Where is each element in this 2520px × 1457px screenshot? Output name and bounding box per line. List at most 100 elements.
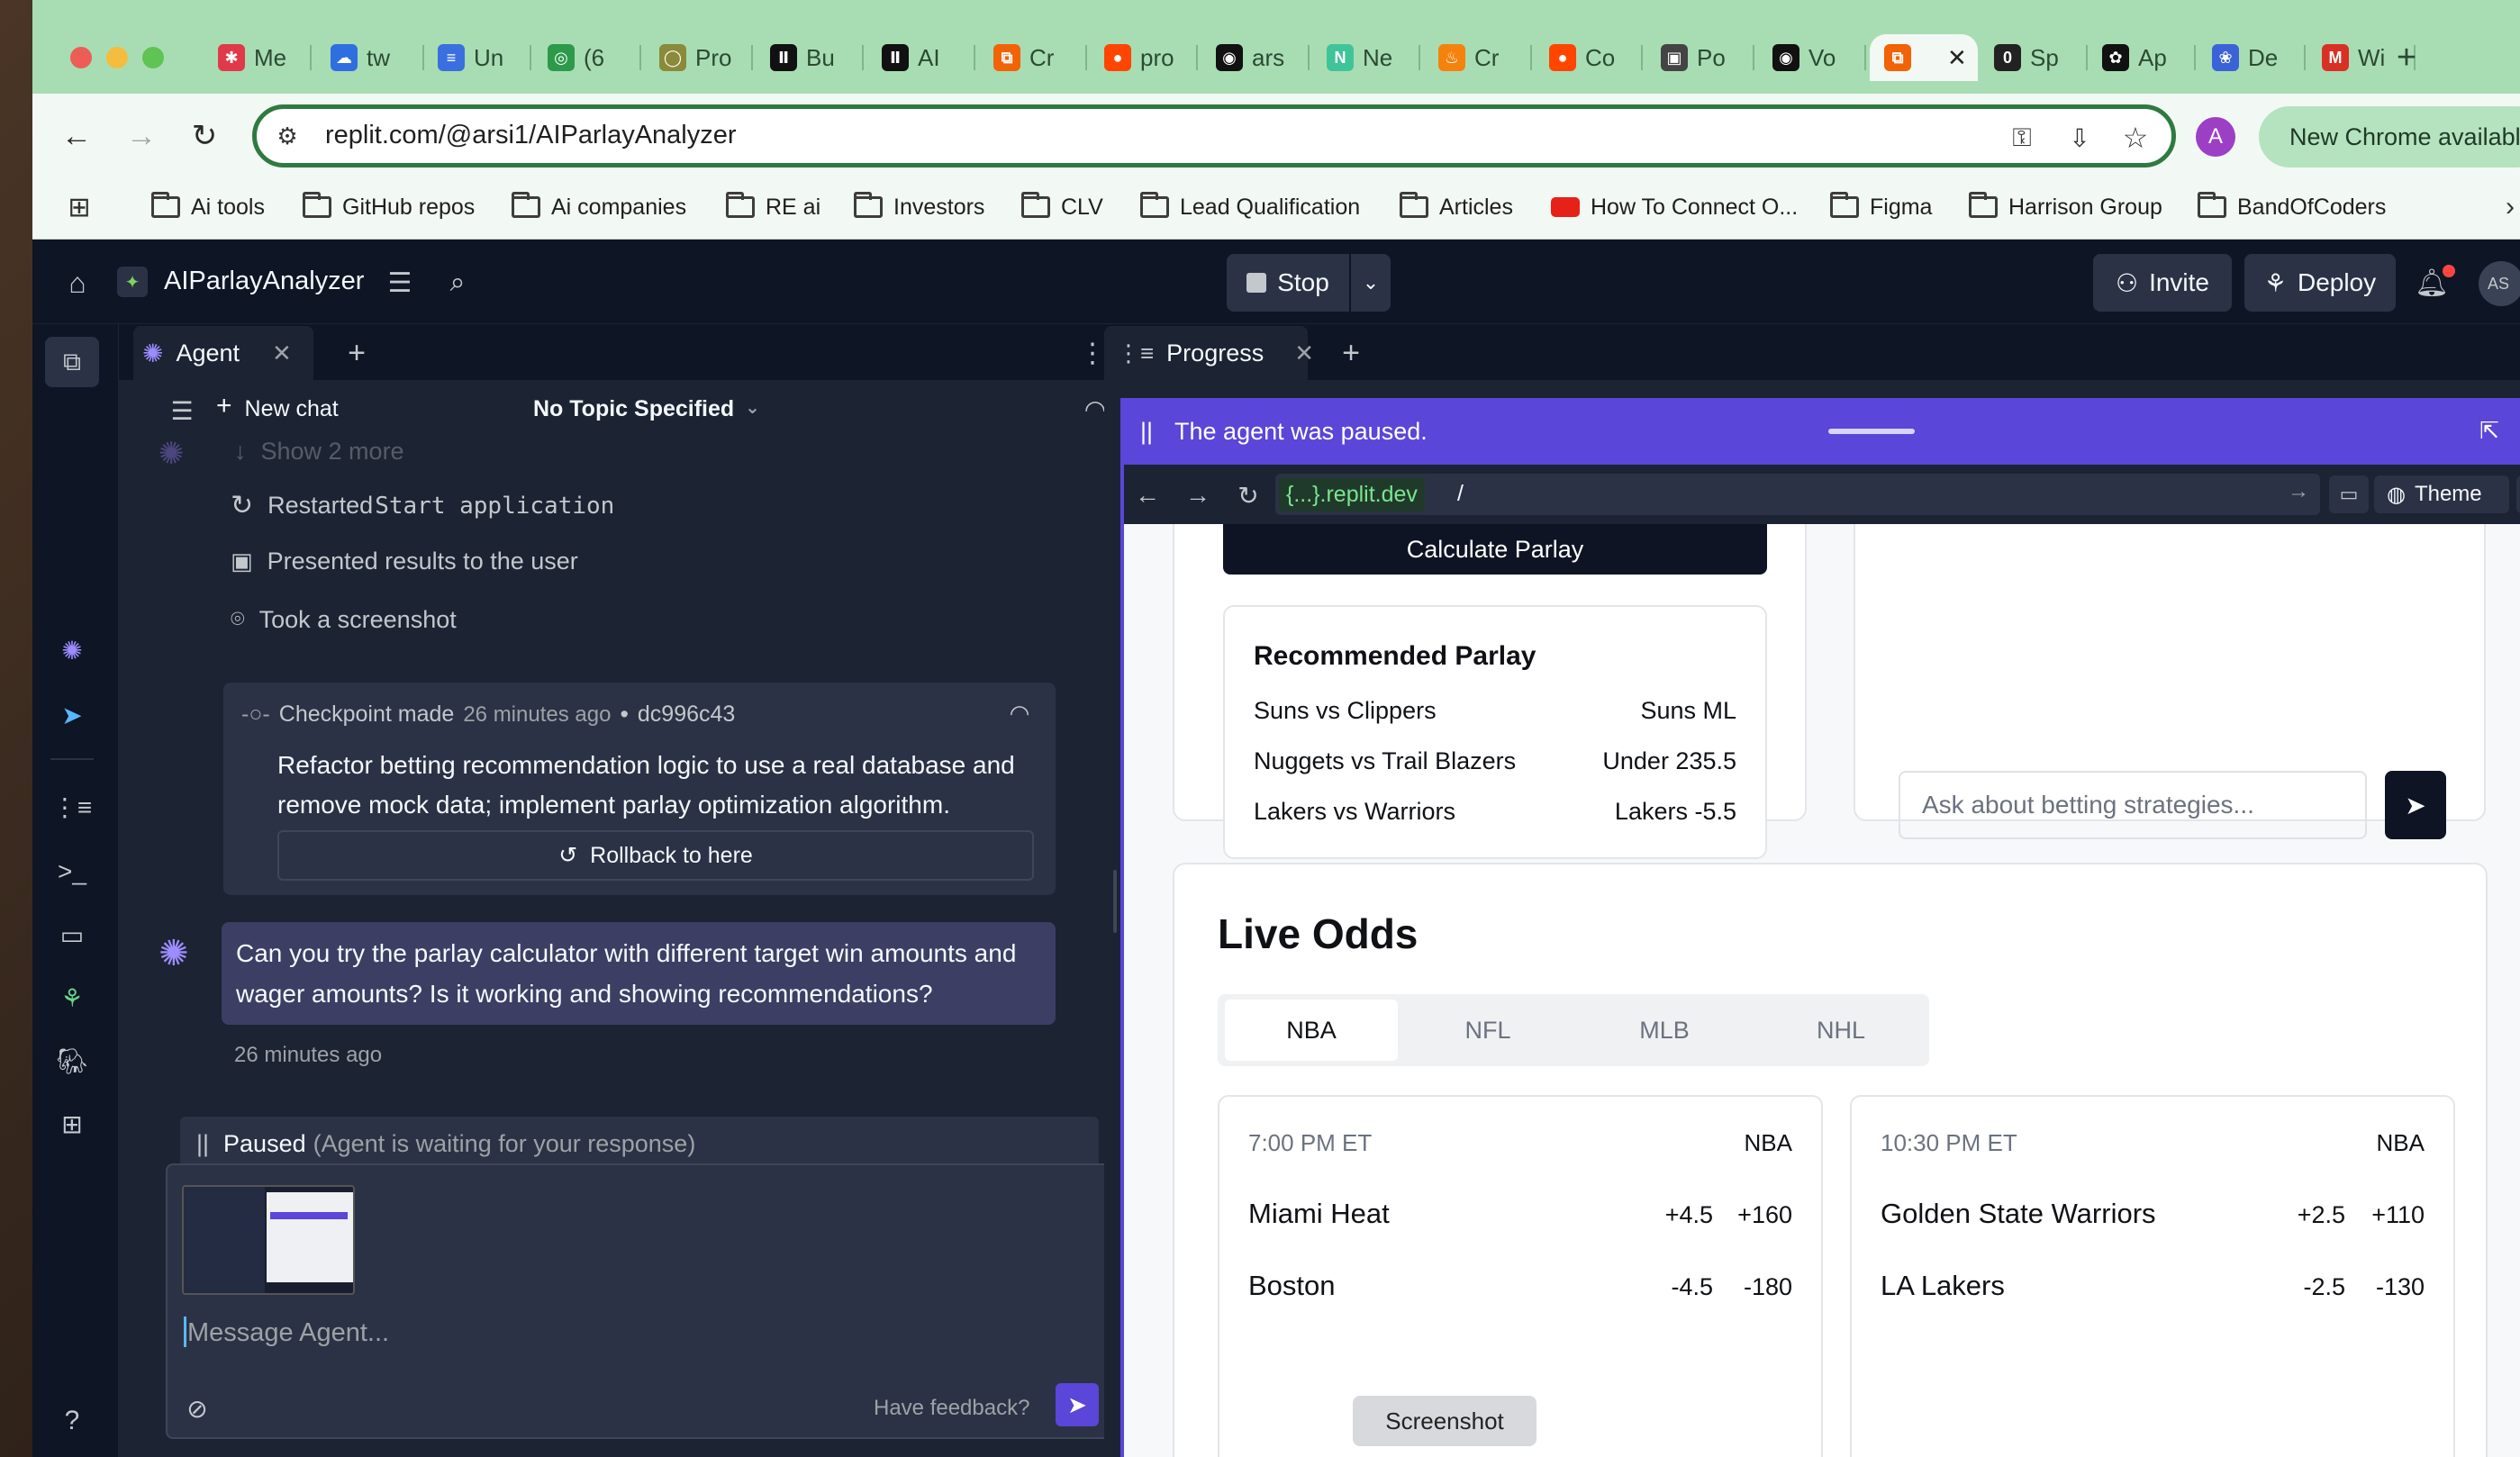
browser-tab[interactable]: ♨ Cr: [1424, 34, 1532, 81]
browser-tab[interactable]: 0 Sp: [1980, 34, 2088, 81]
webview-icon[interactable]: ▭: [52, 915, 92, 955]
search-icon[interactable]: ⌕: [440, 265, 476, 301]
bookmark-item[interactable]: RE ai: [726, 187, 820, 227]
sport-tab-mlb[interactable]: MLB: [1578, 1000, 1751, 1061]
deploy-button[interactable]: ⚘ Deploy: [2244, 254, 2396, 312]
new-tab-icon[interactable]: +: [339, 335, 375, 371]
browser-tab[interactable]: N Ne: [1312, 34, 1420, 81]
browser-tab[interactable]: ✱ Me: [204, 34, 312, 81]
spread-odds[interactable]: -4.5: [1671, 1273, 1713, 1301]
progress-icon[interactable]: ⋮≡: [52, 787, 92, 827]
close-tab-icon[interactable]: ✕: [272, 339, 292, 367]
bookmark-item[interactable]: How To Connect O...: [1551, 187, 1798, 227]
bookmark-item[interactable]: Investors: [854, 187, 984, 227]
topic-dropdown[interactable]: No Topic Specified ⌄: [533, 396, 760, 422]
feedback-link[interactable]: Have feedback?: [874, 1396, 1029, 1421]
send-button[interactable]: ➤: [1056, 1383, 1099, 1426]
profile-avatar[interactable]: A: [2196, 117, 2235, 157]
project-name[interactable]: AIParlayAnalyzer: [164, 267, 364, 296]
bookmark-item[interactable]: Harrison Group: [1969, 187, 2162, 227]
browser-tab[interactable]: Ⅱ Bu: [756, 34, 864, 81]
browser-tab[interactable]: ⧉ Cr: [979, 34, 1087, 81]
rollback-button[interactable]: ↺ Rollback to here: [277, 830, 1034, 881]
browser-tab[interactable]: ⧉ ✕: [1870, 34, 1978, 81]
bookmark-item[interactable]: Figma: [1830, 187, 1932, 227]
bookmark-item[interactable]: Ai tools: [151, 187, 265, 227]
site-settings-icon[interactable]: ⚙: [271, 120, 304, 152]
chat-history-icon[interactable]: ☰: [166, 393, 198, 429]
sport-tab-nhl[interactable]: NHL: [1754, 1000, 1927, 1061]
panel-resize-handle[interactable]: [1113, 870, 1117, 933]
invite-button[interactable]: ⚇ Invite: [2093, 254, 2232, 312]
stop-button[interactable]: Stop: [1227, 254, 1349, 312]
bookmark-item[interactable]: Ai companies: [512, 187, 686, 227]
browser-tab[interactable]: ☁ tw: [316, 34, 424, 81]
apps-grid-icon[interactable]: ⊞: [59, 187, 99, 227]
webview-reload-icon[interactable]: ↻: [1232, 479, 1265, 511]
bookmark-item[interactable]: BandOfCoders: [2198, 187, 2386, 227]
files-icon[interactable]: ⧉: [45, 337, 99, 387]
update-chrome-button[interactable]: New Chrome available: [2259, 106, 2520, 167]
speed-gauge-icon[interactable]: ◠: [1003, 697, 1036, 729]
browser-tab[interactable]: ● pro: [1090, 34, 1198, 81]
agent-icon[interactable]: ✺: [52, 630, 92, 670]
browser-tab[interactable]: ✿ Ap: [2088, 34, 2196, 81]
moneyline-odds[interactable]: -180: [1744, 1273, 1792, 1301]
game-card[interactable]: 10:30 PM ET NBA Golden State Warriors +2.5 +…: [1850, 1095, 2455, 1457]
device-icon[interactable]: ▭: [2329, 475, 2369, 513]
bookmark-item[interactable]: Lead Qualification: [1140, 187, 1360, 227]
git-tree-icon[interactable]: ⚘: [52, 978, 92, 1018]
shell-icon[interactable]: >_: [52, 852, 92, 891]
browser-tab[interactable]: ◉ ars: [1201, 34, 1310, 81]
more-options-icon[interactable]: ⋮: [1079, 335, 1106, 371]
browser-tab[interactable]: ❀ De: [2198, 34, 2306, 81]
new-tab-icon[interactable]: +: [1333, 335, 1369, 371]
commit-hash[interactable]: dc996c43: [638, 701, 735, 728]
moneyline-odds[interactable]: +110: [2371, 1201, 2425, 1229]
spread-odds[interactable]: +2.5: [2298, 1201, 2345, 1229]
tab-progress[interactable]: ⋮≡ Progress ✕: [1104, 326, 1314, 380]
user-avatar[interactable]: AS: [2479, 261, 2520, 306]
bookmark-star-icon[interactable]: ☆: [2117, 120, 2153, 156]
webview-url-field[interactable]: {...}.replit.dev / →: [1275, 474, 2320, 515]
minimize-window-button[interactable]: [106, 47, 128, 68]
forward-icon[interactable]: →: [119, 113, 164, 158]
message-input[interactable]: Message Agent...: [187, 1318, 389, 1348]
address-bar[interactable]: ⚙ replit.com/@arsi1/AIParlayAnalyzer ⚿ ⇩…: [252, 104, 2176, 167]
browser-tab[interactable]: ≡ Un: [423, 34, 531, 81]
new-chat-button[interactable]: + New chat: [216, 391, 339, 422]
ask-strategies-input[interactable]: Ask about betting strategies...: [1899, 771, 2367, 839]
password-key-icon[interactable]: ⚿: [2004, 120, 2040, 156]
moneyline-odds[interactable]: +160: [1737, 1201, 1792, 1229]
postgres-icon[interactable]: 🐘︎: [52, 1041, 92, 1081]
webview-forward-icon[interactable]: →: [1182, 479, 1214, 511]
browser-tab[interactable]: ● Co: [1535, 34, 1643, 81]
browser-tab[interactable]: ▣ Po: [1646, 34, 1754, 81]
theme-button[interactable]: ◍ Theme: [2374, 475, 2509, 513]
close-tab-icon[interactable]: ✕: [1947, 44, 1967, 72]
back-icon[interactable]: ←: [54, 113, 99, 158]
database-icon[interactable]: ☰: [382, 265, 418, 301]
all-tools-grid-icon[interactable]: ⊞: [52, 1104, 92, 1144]
assistant-icon[interactable]: ➤: [52, 695, 92, 735]
browser-tab[interactable]: ◉ Vo: [1758, 34, 1866, 81]
moneyline-odds[interactable]: -130: [2376, 1273, 2425, 1301]
screenshot-attachment-thumbnail[interactable]: [182, 1185, 355, 1295]
reload-icon[interactable]: ↻: [182, 113, 227, 158]
spread-odds[interactable]: -2.5: [2303, 1273, 2345, 1301]
browser-tab[interactable]: Ⅱ AI: [867, 34, 975, 81]
browser-tab[interactable]: ◯ Pro: [645, 34, 753, 81]
webview-back-icon[interactable]: ←: [1131, 479, 1164, 511]
expand-icon[interactable]: ⇱: [2471, 412, 2507, 448]
go-arrow-icon[interactable]: →: [2288, 479, 2309, 504]
ask-send-button[interactable]: ➤: [2385, 771, 2446, 839]
sport-tab-nfl[interactable]: NFL: [1401, 1000, 1574, 1061]
show-more-button[interactable]: ↓ Show 2 more: [234, 438, 404, 466]
tab-agent[interactable]: ✺ Agent ✕: [133, 326, 313, 380]
attach-paperclip-icon[interactable]: ⊘: [182, 1390, 213, 1426]
bookmarks-overflow-icon[interactable]: ›: [2500, 187, 2520, 227]
bookmark-item[interactable]: CLV: [1021, 187, 1103, 227]
home-icon[interactable]: ⌂: [58, 263, 97, 303]
new-tab-icon[interactable]: +: [2389, 39, 2425, 77]
help-icon[interactable]: ?: [52, 1401, 92, 1441]
